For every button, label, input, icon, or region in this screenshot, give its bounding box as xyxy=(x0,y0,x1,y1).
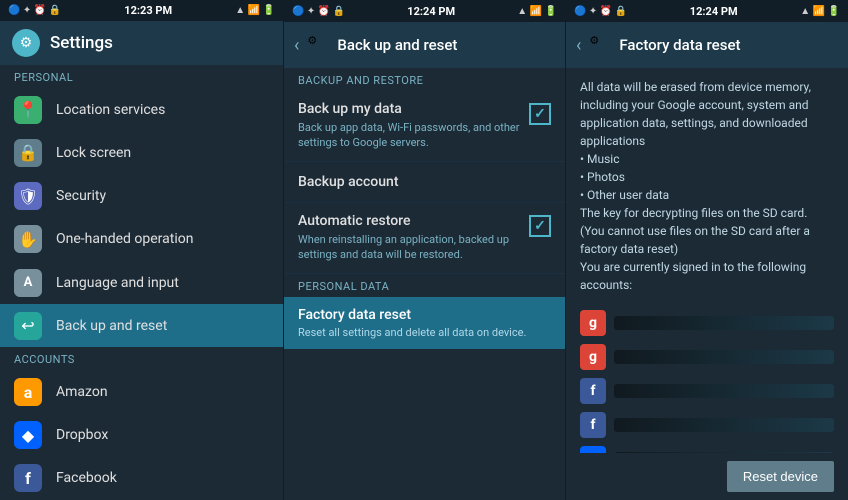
account-item-google-1: g xyxy=(580,306,834,340)
factory-reset-content: All data will be erased from device memo… xyxy=(566,68,848,453)
notification-icons: 🔵 ✦ ⏰ 🔒 xyxy=(8,5,61,16)
lock-icon: 🔒 xyxy=(14,139,42,167)
backup-my-data-item[interactable]: Back up my data Back up app data, Wi-Fi … xyxy=(284,91,565,162)
backup-data-subtitle: Back up app data, Wi-Fi passwords, and o… xyxy=(298,120,521,151)
backup-restore-label: Backup and restore xyxy=(284,68,565,91)
dropbox-icon-right: ◆ xyxy=(580,446,606,453)
factory-reset-item[interactable]: Factory data reset Reset all settings an… xyxy=(284,297,565,349)
right-panel: 🔵 ✦ ⏰ 🔒 12:24 PM ▲ 📶 🔋 ‹ ⚙ Factory data … xyxy=(566,0,848,500)
account-email-1 xyxy=(614,316,834,330)
status-icons-mid-right: ▲ 📶 🔋 xyxy=(517,6,557,17)
backup-account-title: Backup account xyxy=(298,174,551,190)
signal-icons: ▲ 📶 🔋 xyxy=(235,5,275,16)
middle-panel-header: ‹ ⚙ Back up and reset xyxy=(284,22,565,68)
account-item-google-2: g xyxy=(580,340,834,374)
lock-screen-label: Lock screen xyxy=(56,145,131,161)
security-icon: 🛡 xyxy=(14,182,42,210)
account-email-2 xyxy=(614,350,834,364)
status-bar-middle: 🔵 ✦ ⏰ 🔒 12:24 PM ▲ 📶 🔋 xyxy=(284,0,565,22)
sidebar-item-lock-screen[interactable]: 🔒 Lock screen xyxy=(0,131,283,174)
accounts-list: g g f f ◆ xyxy=(580,306,834,453)
status-bar-right: 🔵 ✦ ⏰ 🔒 12:24 PM ▲ 📶 🔋 xyxy=(566,0,848,22)
status-icons-left: 🔵 ✦ ⏰ 🔒 xyxy=(8,5,61,16)
left-panel-header: ⚙ Settings xyxy=(0,21,283,65)
amazon-icon: a xyxy=(14,378,42,406)
status-bar-left: 🔵 ✦ ⏰ 🔒 12:23 PM ▲ 📶 🔋 xyxy=(0,0,283,21)
account-email-4 xyxy=(614,418,834,432)
sidebar-item-language[interactable]: A Language and input xyxy=(0,261,283,304)
language-label: Language and input xyxy=(56,275,179,291)
backup-reset-title: Back up and reset xyxy=(337,36,457,54)
accounts-section-label: Accounts xyxy=(0,347,283,370)
auto-restore-checkbox[interactable] xyxy=(529,215,551,237)
auto-restore-title: Automatic restore xyxy=(298,213,521,229)
google-icon-1: g xyxy=(580,310,606,336)
settings-gear-icon: ⚙ xyxy=(12,29,40,57)
left-panel: 🔵 ✦ ⏰ 🔒 12:23 PM ▲ 📶 🔋 ⚙ Settings Person… xyxy=(0,0,284,500)
account-item-facebook-1: f xyxy=(580,374,834,408)
status-icons-right-left: 🔵 ✦ ⏰ 🔒 xyxy=(574,6,627,17)
one-handed-label: One-handed operation xyxy=(56,231,193,247)
middle-panel: 🔵 ✦ ⏰ 🔒 12:24 PM ▲ 📶 🔋 ‹ ⚙ Back up and r… xyxy=(284,0,566,500)
right-panel-header: ‹ ⚙ Factory data reset xyxy=(566,22,848,68)
dropbox-icon: ◆ xyxy=(14,421,42,449)
reset-device-button[interactable]: Reset device xyxy=(727,461,834,492)
time-middle: 12:24 PM xyxy=(407,5,455,18)
sidebar-item-facebook[interactable]: f Facebook xyxy=(0,457,283,500)
personal-section-label: Personal xyxy=(0,65,283,88)
status-icons-mid-left: 🔵 ✦ ⏰ 🔒 xyxy=(292,6,345,17)
reset-button-container: Reset device xyxy=(566,453,848,500)
backup-data-title: Back up my data xyxy=(298,101,521,117)
automatic-restore-item[interactable]: Automatic restore When reinstalling an a… xyxy=(284,203,565,274)
facebook-icon-2: f xyxy=(580,412,606,438)
factory-gear-icon: ⚙ xyxy=(589,34,611,56)
sidebar-item-dropbox[interactable]: ◆ Dropbox xyxy=(0,414,283,457)
backup-label: Back up and reset xyxy=(56,318,167,334)
one-handed-icon: ✋ xyxy=(14,225,42,253)
sidebar-item-security[interactable]: 🛡 Security xyxy=(0,175,283,218)
account-email-3 xyxy=(614,384,834,398)
personal-data-label: Personal data xyxy=(284,274,565,297)
account-item-dropbox: ◆ xyxy=(580,442,834,453)
google-icon-2: g xyxy=(580,344,606,370)
factory-reset-title: Factory data reset xyxy=(298,307,551,323)
dropbox-label: Dropbox xyxy=(56,427,108,443)
facebook-label: Facebook xyxy=(56,470,117,486)
facebook-icon: f xyxy=(14,464,42,492)
backup-icon: ↩ xyxy=(14,312,42,340)
backup-gear-icon: ⚙ xyxy=(307,34,329,56)
status-icons-right: ▲ 📶 🔋 xyxy=(235,5,275,16)
status-icons-right-right: ▲ 📶 🔋 xyxy=(800,6,840,17)
back-button-right[interactable]: ‹ xyxy=(576,35,581,56)
factory-reset-page-title: Factory data reset xyxy=(619,36,740,54)
sidebar-item-backup[interactable]: ↩ Back up and reset xyxy=(0,304,283,347)
security-label: Security xyxy=(56,188,106,204)
factory-reset-subtitle: Reset all settings and delete all data o… xyxy=(298,326,551,339)
location-icon: 📍 xyxy=(14,96,42,124)
auto-restore-subtitle: When reinstalling an application, backed… xyxy=(298,232,521,263)
location-label: Location services xyxy=(56,102,165,118)
settings-title: Settings xyxy=(50,33,113,53)
factory-reset-description: All data will be erased from device memo… xyxy=(580,78,834,294)
backup-data-checkbox[interactable] xyxy=(529,103,551,125)
backup-account-item[interactable]: Backup account xyxy=(284,162,565,203)
account-item-facebook-2: f xyxy=(580,408,834,442)
time-right: 12:24 PM xyxy=(690,5,738,18)
facebook-icon-1: f xyxy=(580,378,606,404)
sidebar-item-one-handed[interactable]: ✋ One-handed operation xyxy=(0,218,283,261)
language-icon: A xyxy=(14,269,42,297)
sidebar-item-amazon[interactable]: a Amazon xyxy=(0,370,283,413)
amazon-label: Amazon xyxy=(56,384,108,400)
back-button-middle[interactable]: ‹ xyxy=(294,35,299,56)
time-left: 12:23 PM xyxy=(124,4,172,17)
sidebar-item-location[interactable]: 📍 Location services xyxy=(0,88,283,131)
